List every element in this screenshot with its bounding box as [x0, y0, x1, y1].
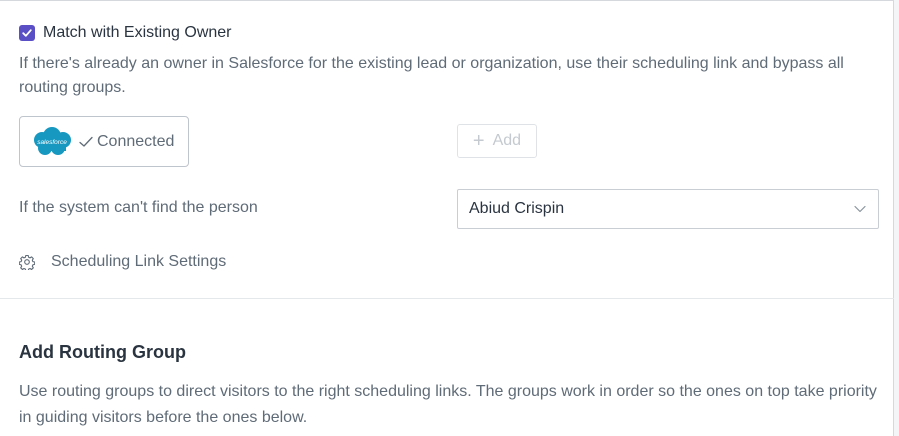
fallback-owner-select[interactable]: Abiud Crispin	[457, 189, 879, 229]
scrollbar-track[interactable]	[894, 0, 899, 436]
match-owner-description: If there's already an owner in Salesforc…	[19, 55, 844, 96]
salesforce-logo-text: salesforce	[37, 139, 67, 146]
fallback-owner-value: Abiud Crispin	[469, 200, 565, 217]
routing-group-description: Use routing groups to direct visitors to…	[19, 383, 877, 426]
salesforce-logo: salesforce	[34, 126, 71, 155]
match-owner-row[interactable]: Match with Existing Owner	[19, 24, 232, 42]
connection-status: Connected	[97, 132, 175, 150]
add-button-label: Add	[492, 132, 522, 149]
routing-group-title: Add Routing Group	[19, 342, 186, 362]
chevron-down-icon	[854, 205, 866, 213]
match-owner-checkbox[interactable]	[19, 25, 35, 41]
plus-icon: +	[472, 130, 485, 152]
add-button[interactable]: + Add	[457, 124, 537, 158]
scheduling-link-settings-label: Scheduling Link Settings	[51, 253, 227, 270]
match-owner-label: Match with Existing Owner	[43, 24, 232, 41]
connected-check-icon	[79, 136, 93, 147]
gear-icon	[19, 254, 35, 270]
fallback-label: If the system can't find the person	[19, 199, 258, 216]
salesforce-connection-card[interactable]: salesforce Connected	[19, 116, 189, 167]
section-divider	[0, 298, 894, 299]
check-icon	[22, 29, 32, 37]
scheduling-link-settings-link[interactable]: Scheduling Link Settings	[19, 253, 226, 271]
